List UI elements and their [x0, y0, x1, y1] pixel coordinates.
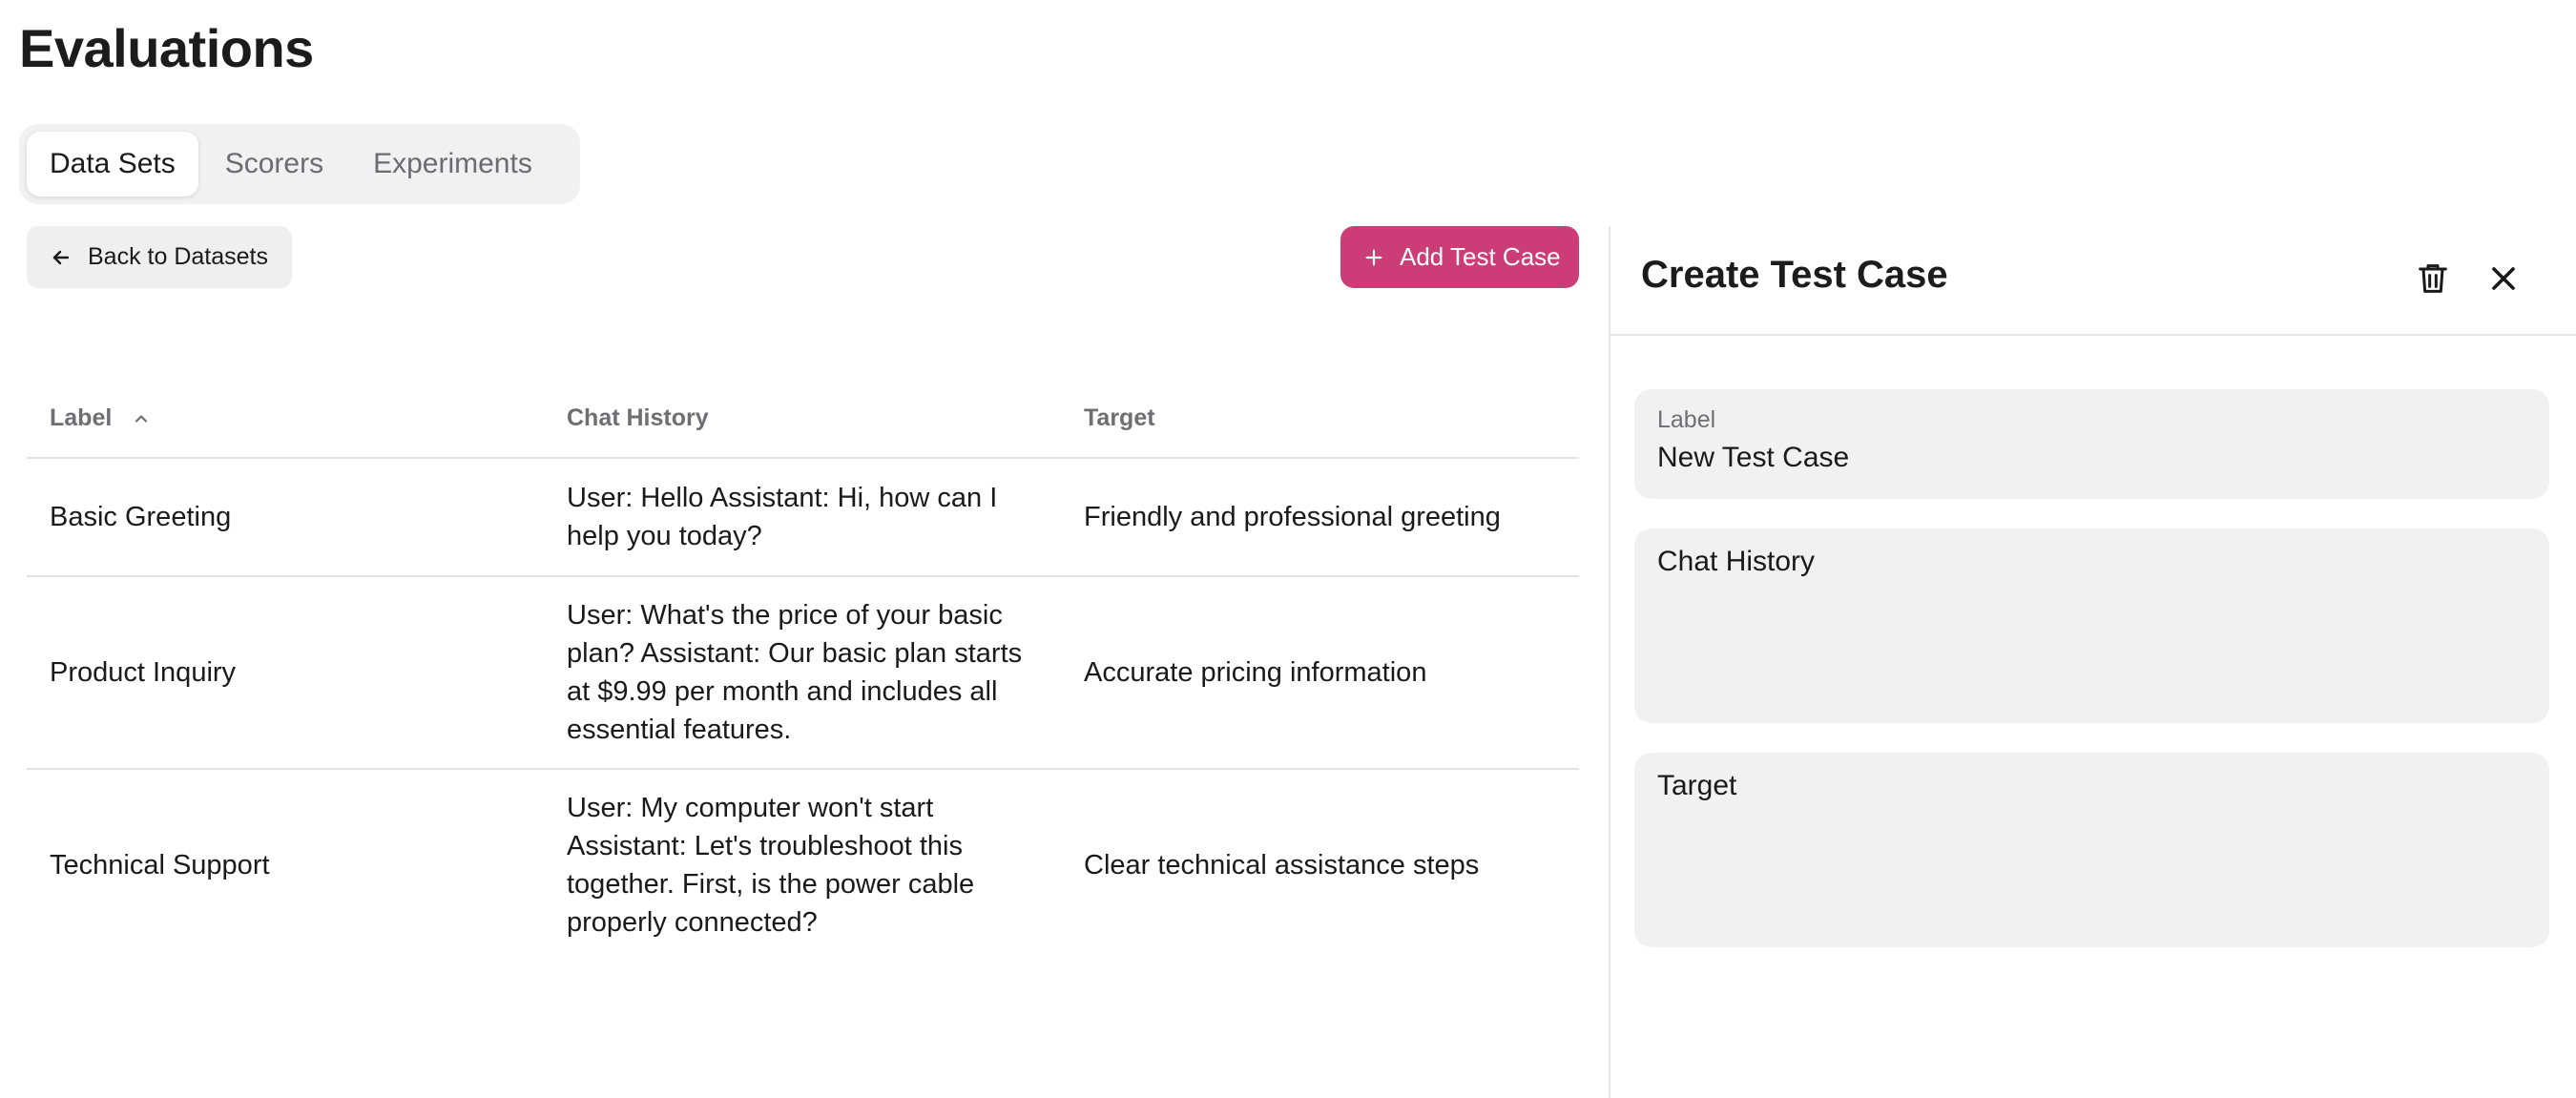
cell-target: Accurate pricing information [1061, 576, 1579, 770]
cell-target: Friendly and professional greeting [1061, 458, 1579, 577]
cell-label: Product Inquiry [27, 576, 544, 770]
table-row[interactable]: Technical Support User: My computer won'… [27, 769, 1579, 961]
test-cases-table: Label Chat History Target Basic Greeting… [27, 380, 1579, 961]
add-button-label: Add Test Case [1400, 242, 1561, 271]
panel-header-divider [1610, 334, 2576, 336]
cell-target: Clear technical assistance steps [1084, 850, 1480, 880]
chat-history-field[interactable]: Chat History [1634, 528, 2549, 723]
cell-chat-history: User: Hello Assistant: Hi, how can I hel… [544, 458, 1061, 577]
panel-title: Create Test Case [1641, 254, 1948, 296]
delete-button[interactable] [2408, 254, 2458, 303]
table-header-row: Label Chat History Target [27, 380, 1579, 459]
column-header-label[interactable]: Label [27, 380, 544, 459]
close-panel-button[interactable] [2479, 254, 2528, 303]
label-field[interactable]: Label New Test Case [1634, 389, 2549, 499]
tab-scorers[interactable]: Scorers [202, 132, 346, 197]
tab-data-sets[interactable]: Data Sets [27, 132, 198, 197]
target-field[interactable]: Target [1634, 753, 2549, 947]
chat-history-placeholder: Chat History [1657, 546, 1816, 577]
cell-chat-history: User: My computer won't start Assistant:… [567, 793, 975, 938]
column-header-label-text: Label [50, 404, 113, 431]
column-header-chat-history[interactable]: Chat History [544, 380, 1061, 459]
table-row[interactable]: Product Inquiry User: What's the price o… [27, 576, 1579, 770]
table-row[interactable]: Basic Greeting User: Hello Assistant: Hi… [27, 458, 1579, 577]
sort-ascending-icon [135, 415, 148, 423]
add-test-case-button[interactable]: Add Test Case [1340, 226, 1579, 288]
tab-bar: Data Sets Scorers Experiments [19, 124, 580, 204]
back-to-datasets-button[interactable]: Back to Datasets [27, 226, 292, 288]
close-icon [2492, 267, 2515, 290]
target-placeholder: Target [1657, 770, 1737, 801]
trash-icon [2419, 264, 2447, 293]
column-header-target[interactable]: Target [1061, 380, 1579, 459]
arrow-left-icon [52, 250, 70, 264]
cell-chat-history: User: What's the price of your basic pla… [544, 576, 1061, 770]
panel-divider [1609, 226, 1610, 1098]
cell-label: Technical Support [50, 850, 270, 880]
back-button-label: Back to Datasets [88, 243, 268, 270]
label-field-caption: Label [1657, 406, 1716, 433]
page-title: Evaluations [19, 18, 314, 78]
plus-icon [1365, 249, 1382, 265]
cell-label: Basic Greeting [27, 458, 544, 577]
label-field-value[interactable]: New Test Case [1657, 442, 2526, 474]
tab-experiments[interactable]: Experiments [350, 132, 555, 197]
